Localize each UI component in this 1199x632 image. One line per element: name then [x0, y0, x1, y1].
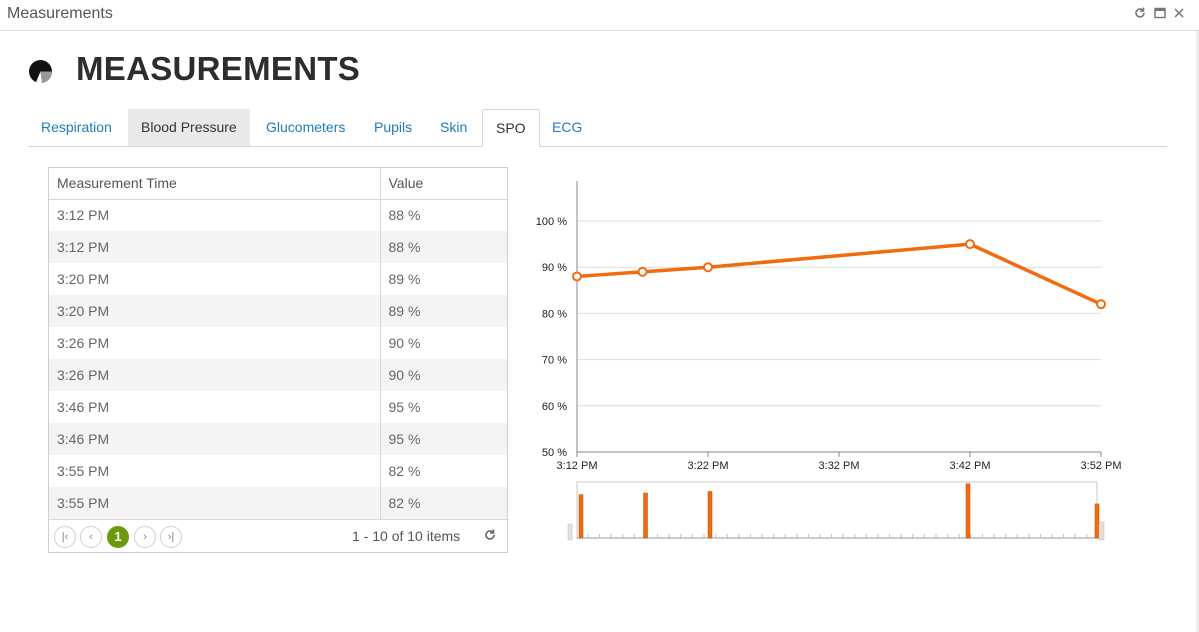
table-row[interactable]: 3:46 PM 95 % — [49, 423, 507, 455]
grid-refresh-icon[interactable] — [483, 528, 497, 542]
close-icon[interactable] — [1172, 6, 1186, 20]
column-header-value[interactable]: Value — [380, 168, 507, 200]
cell-time: 3:46 PM — [49, 391, 381, 423]
pie-chart-icon — [29, 60, 53, 84]
x-tick-label: 3:42 PM — [950, 460, 991, 472]
measurements-grid: Measurement Time Value 3:12 PM 88 % 3:12 … — [48, 167, 508, 553]
data-point — [965, 239, 975, 250]
table-row[interactable]: 3:12 PM 88 % — [49, 199, 507, 231]
table-row[interactable]: 3:55 PM 82 % — [49, 487, 507, 519]
pager-info: 1 - 10 of 10 items — [352, 528, 461, 544]
first-page-button[interactable]: |‹ — [54, 526, 76, 548]
y-tick-label: 80 % — [542, 308, 567, 320]
grid-pager: |‹ ‹ 1 › ›| 1 - 10 of 10 items — [49, 519, 507, 552]
cell-time: 3:26 PM — [49, 359, 381, 391]
cell-value: 88 % — [388, 207, 421, 224]
cell-time: 3:12 PM — [49, 199, 381, 231]
x-tick-label: 3:32 PM — [819, 460, 860, 472]
tab-skin[interactable]: Skin — [427, 109, 480, 146]
cell-value: 95 % — [388, 399, 421, 415]
cell-time: 3:20 PM — [49, 295, 381, 327]
maximize-icon[interactable] — [1153, 6, 1167, 20]
table-row[interactable]: 3:26 PM 90 % — [49, 327, 507, 359]
tab-glucometers[interactable]: Glucometers — [253, 109, 358, 146]
cell-time: 3:55 PM — [49, 455, 381, 487]
cell-time: 3:12 PM — [49, 231, 381, 263]
x-tick-label: 3:22 PM — [688, 460, 729, 472]
series-line — [576, 242, 1102, 306]
cell-time: 3:20 PM — [49, 263, 381, 295]
spo-line-chart: 50 % 60 % 70 % 80 % 90 % 100 % 3:12 PM 3:22 PM 3… — [536, 181, 1122, 541]
table-row[interactable]: 3:20 PM 89 % — [49, 295, 507, 327]
page-title: MEASUREMENTS — [76, 50, 361, 87]
cell-time: 3:26 PM — [49, 327, 381, 359]
y-tick-label: 60 % — [542, 401, 567, 413]
tab-respiration[interactable]: Respiration — [28, 109, 125, 146]
window-title: Measurements — [7, 5, 113, 22]
x-tick-label: 3:52 PM — [1081, 460, 1122, 472]
cell-value: 90 % — [388, 335, 421, 351]
measurements-table: Measurement Time Value 3:12 PM 88 % 3:12 … — [49, 168, 507, 519]
cell-time: 3:55 PM — [49, 487, 381, 519]
y-tick-label: 100 % — [536, 216, 567, 228]
current-page-button[interactable]: 1 — [107, 526, 129, 548]
cell-value: 88 % — [380, 231, 507, 263]
table-row[interactable]: 3:55 PM 82 % — [49, 455, 507, 487]
navigator-handle-left — [567, 523, 573, 541]
data-point — [1096, 299, 1106, 310]
table-row[interactable]: 3:20 PM 89 % — [49, 263, 507, 295]
data-point — [572, 271, 582, 282]
navigator-bar — [578, 494, 584, 539]
navigator-handle-right — [1098, 521, 1105, 541]
cell-value: 90 % — [380, 359, 507, 391]
last-page-button[interactable]: ›| — [160, 526, 182, 548]
cell-value: 95 % — [380, 423, 507, 455]
table-row[interactable]: 3:12 PM 88 % — [49, 231, 507, 263]
prev-page-button[interactable]: ‹ — [80, 526, 102, 548]
y-tick-label: 90 % — [542, 262, 567, 274]
navigator-bar — [1094, 503, 1100, 539]
navigator-bar — [707, 491, 713, 539]
refresh-icon[interactable] — [1133, 6, 1147, 20]
tab-ecg[interactable]: ECG — [539, 109, 595, 146]
table-row[interactable]: 3:26 PM 90 % — [49, 359, 507, 391]
cell-time: 3:46 PM — [49, 423, 381, 455]
tab-strip: Respiration Blood Pressure Glucometers P… — [28, 109, 1167, 147]
navigator-bar — [965, 483, 971, 539]
next-page-button[interactable]: › — [134, 526, 156, 548]
navigator-frame — [576, 481, 1098, 539]
window-titlebar: Measurements — [0, 0, 1199, 31]
data-point — [637, 266, 648, 277]
cell-value: 89 % — [388, 271, 421, 287]
x-tick-label: 3:12 PM — [557, 460, 598, 472]
table-row[interactable]: 3:46 PM 95 % — [49, 391, 507, 423]
cell-value: 89 % — [380, 295, 507, 327]
tab-blood-pressure[interactable]: Blood Pressure — [128, 109, 250, 146]
cell-value: 82 % — [380, 487, 507, 519]
column-header-time[interactable]: Measurement Time — [49, 168, 381, 200]
data-point — [703, 262, 713, 273]
y-tick-label: 70 % — [542, 355, 567, 367]
tab-pupils[interactable]: Pupils — [361, 109, 425, 146]
table-header-row: Measurement Time Value — [49, 168, 507, 200]
cell-value: 82 % — [388, 463, 421, 479]
navigator-bar — [643, 492, 648, 539]
tab-spo[interactable]: SPO — [482, 109, 540, 147]
y-tick-label: 50 % — [542, 447, 567, 459]
